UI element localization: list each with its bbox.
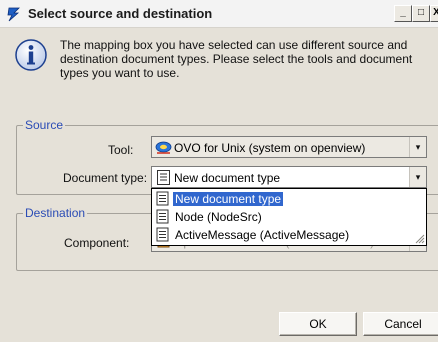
dropdown-option-label: Node (NodeSrc) [175,210,262,224]
chevron-down-icon[interactable]: ▾ [409,137,426,157]
maximize-button[interactable]: □ [412,5,430,22]
info-icon [15,39,47,71]
mapping-tool-icon [7,7,20,22]
cancel-button[interactable]: Cancel [363,312,438,336]
document-type-value: New document type [174,171,281,185]
tool-label: Tool: [108,143,134,157]
destination-group-label: Destination [23,206,88,220]
minimize-button[interactable]: _ [394,5,412,22]
window-title: Select source and destination [28,6,213,21]
document-icon [156,209,169,224]
ok-button[interactable]: OK [279,312,357,336]
info-message: The mapping box you have selected can us… [60,38,413,80]
resize-grip-icon[interactable] [413,232,425,244]
dropdown-option-label: New document type [173,192,284,206]
document-type-label: Document type: [63,171,148,185]
component-label: Component: [64,236,130,250]
document-type-dropdown-list: New document type Node (NodeSrc) ActiveM… [151,188,427,246]
tool-value: OVO for Unix (system on openview) [174,141,366,155]
dropdown-option[interactable]: ActiveMessage (ActiveMessage) [153,226,425,244]
tool-select[interactable]: OVO for Unix (system on openview) ▾ [151,136,427,158]
title-bar[interactable]: Select source and destination _ □ X [0,0,438,28]
document-type-select[interactable]: New document type ▾ [151,166,427,188]
chevron-down-icon[interactable]: ▾ [409,167,426,187]
dropdown-option[interactable]: Node (NodeSrc) [153,208,425,226]
document-icon [157,170,170,185]
ovo-icon [155,141,172,154]
dropdown-option-label: ActiveMessage (ActiveMessage) [175,228,350,242]
document-icon [156,227,169,242]
document-icon [156,191,169,206]
source-group-label: Source [23,118,66,132]
dialog-window: Select source and destination _ □ X The … [0,0,438,342]
dropdown-option[interactable]: New document type [153,190,425,208]
close-button[interactable]: X [430,5,438,22]
